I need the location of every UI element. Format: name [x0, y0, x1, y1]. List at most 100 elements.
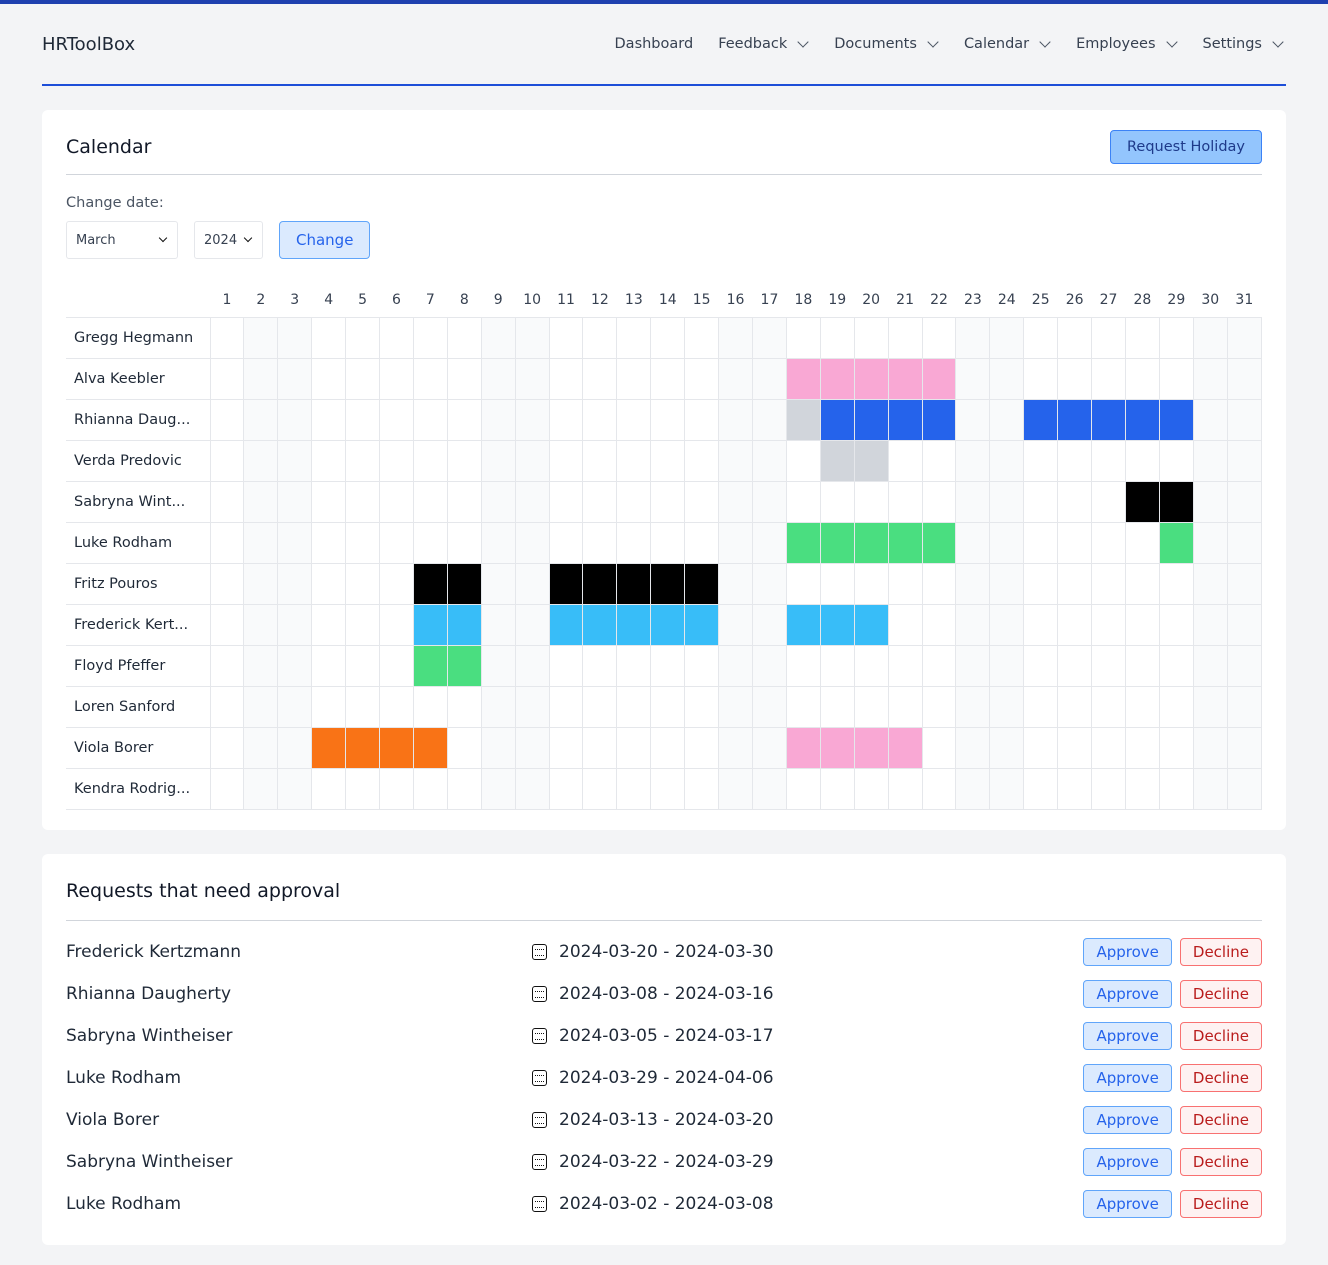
day-cell[interactable] — [379, 439, 414, 482]
day-cell[interactable] — [1158, 726, 1194, 769]
nav-documents[interactable]: Documents — [834, 36, 939, 52]
day-cell[interactable] — [684, 726, 720, 769]
approve-button[interactable]: Approve — [1083, 1189, 1172, 1218]
day-cell[interactable] — [582, 767, 618, 810]
day-cell[interactable] — [379, 562, 414, 605]
day-cell[interactable] — [1158, 316, 1194, 359]
day-cell[interactable] — [853, 767, 889, 810]
decline-button[interactable]: Decline — [1179, 1063, 1262, 1092]
day-cell[interactable] — [955, 562, 991, 605]
day-cell[interactable] — [1091, 521, 1126, 564]
day-cell[interactable] — [1023, 316, 1059, 359]
day-cell[interactable] — [480, 644, 516, 687]
day-cell[interactable] — [616, 685, 652, 728]
day-cell[interactable] — [345, 685, 381, 728]
day-cell[interactable] — [1057, 480, 1093, 523]
year-select[interactable]: 2024 — [194, 221, 263, 259]
day-cell[interactable] — [650, 726, 686, 769]
day-cell[interactable] — [1192, 603, 1228, 646]
day-cell[interactable] — [1226, 316, 1263, 359]
day-cell[interactable] — [345, 562, 381, 605]
day-cell[interactable] — [887, 316, 923, 359]
day-cell[interactable] — [1226, 644, 1263, 687]
day-cell[interactable] — [1192, 439, 1228, 482]
day-cell[interactable] — [1226, 562, 1263, 605]
day-cell[interactable] — [1158, 562, 1194, 605]
day-cell[interactable] — [345, 316, 381, 359]
day-cell[interactable] — [412, 316, 448, 359]
holiday-cell[interactable] — [446, 603, 482, 646]
day-cell[interactable] — [243, 726, 279, 769]
day-cell[interactable] — [785, 562, 821, 605]
day-cell[interactable] — [1192, 357, 1228, 400]
day-cell[interactable] — [514, 398, 550, 441]
day-cell[interactable] — [311, 685, 347, 728]
holiday-cell[interactable] — [853, 726, 889, 769]
holiday-cell[interactable] — [1158, 480, 1194, 523]
day-cell[interactable] — [311, 316, 347, 359]
holiday-cell[interactable] — [819, 398, 855, 441]
holiday-cell[interactable] — [446, 562, 482, 605]
day-cell[interactable] — [785, 480, 821, 523]
day-cell[interactable] — [1226, 357, 1263, 400]
day-cell[interactable] — [989, 439, 1025, 482]
day-cell[interactable] — [1192, 398, 1228, 441]
day-cell[interactable] — [379, 603, 414, 646]
day-cell[interactable] — [412, 398, 448, 441]
day-cell[interactable] — [243, 767, 279, 810]
day-cell[interactable] — [412, 357, 448, 400]
day-cell[interactable] — [684, 767, 720, 810]
day-cell[interactable] — [887, 685, 923, 728]
day-cell[interactable] — [887, 562, 923, 605]
holiday-cell[interactable] — [785, 726, 821, 769]
day-cell[interactable] — [480, 439, 516, 482]
day-cell[interactable] — [955, 439, 991, 482]
day-cell[interactable] — [684, 357, 720, 400]
day-cell[interactable] — [1226, 726, 1263, 769]
holiday-cell[interactable] — [582, 562, 618, 605]
day-cell[interactable] — [752, 726, 787, 769]
day-cell[interactable] — [1158, 767, 1194, 810]
day-cell[interactable] — [209, 685, 245, 728]
day-cell[interactable] — [209, 480, 245, 523]
holiday-cell[interactable] — [412, 644, 448, 687]
holiday-cell[interactable] — [1023, 398, 1059, 441]
day-cell[interactable] — [277, 316, 313, 359]
day-cell[interactable] — [514, 316, 550, 359]
day-cell[interactable] — [718, 767, 753, 810]
day-cell[interactable] — [582, 685, 618, 728]
day-cell[interactable] — [921, 685, 957, 728]
day-cell[interactable] — [989, 521, 1025, 564]
day-cell[interactable] — [480, 521, 516, 564]
day-cell[interactable] — [1226, 439, 1263, 482]
approve-button[interactable]: Approve — [1083, 1147, 1172, 1176]
day-cell[interactable] — [921, 439, 957, 482]
day-cell[interactable] — [650, 685, 686, 728]
holiday-cell[interactable] — [650, 603, 686, 646]
holiday-cell[interactable] — [853, 521, 889, 564]
day-cell[interactable] — [243, 644, 279, 687]
day-cell[interactable] — [277, 357, 313, 400]
day-cell[interactable] — [582, 521, 618, 564]
day-cell[interactable] — [277, 562, 313, 605]
day-cell[interactable] — [1057, 726, 1093, 769]
day-cell[interactable] — [989, 685, 1025, 728]
day-cell[interactable] — [277, 685, 313, 728]
holiday-cell[interactable] — [684, 562, 720, 605]
holiday-cell[interactable] — [1091, 398, 1126, 441]
day-cell[interactable] — [345, 480, 381, 523]
day-cell[interactable] — [616, 521, 652, 564]
holiday-cell[interactable] — [853, 398, 889, 441]
day-cell[interactable] — [277, 644, 313, 687]
holiday-cell[interactable] — [1158, 521, 1194, 564]
day-cell[interactable] — [243, 562, 279, 605]
day-cell[interactable] — [379, 316, 414, 359]
day-cell[interactable] — [1091, 439, 1126, 482]
day-cell[interactable] — [616, 726, 652, 769]
holiday-cell[interactable] — [616, 603, 652, 646]
day-cell[interactable] — [277, 521, 313, 564]
day-cell[interactable] — [718, 562, 753, 605]
day-cell[interactable] — [480, 767, 516, 810]
holiday-cell[interactable] — [582, 603, 618, 646]
day-cell[interactable] — [446, 521, 482, 564]
